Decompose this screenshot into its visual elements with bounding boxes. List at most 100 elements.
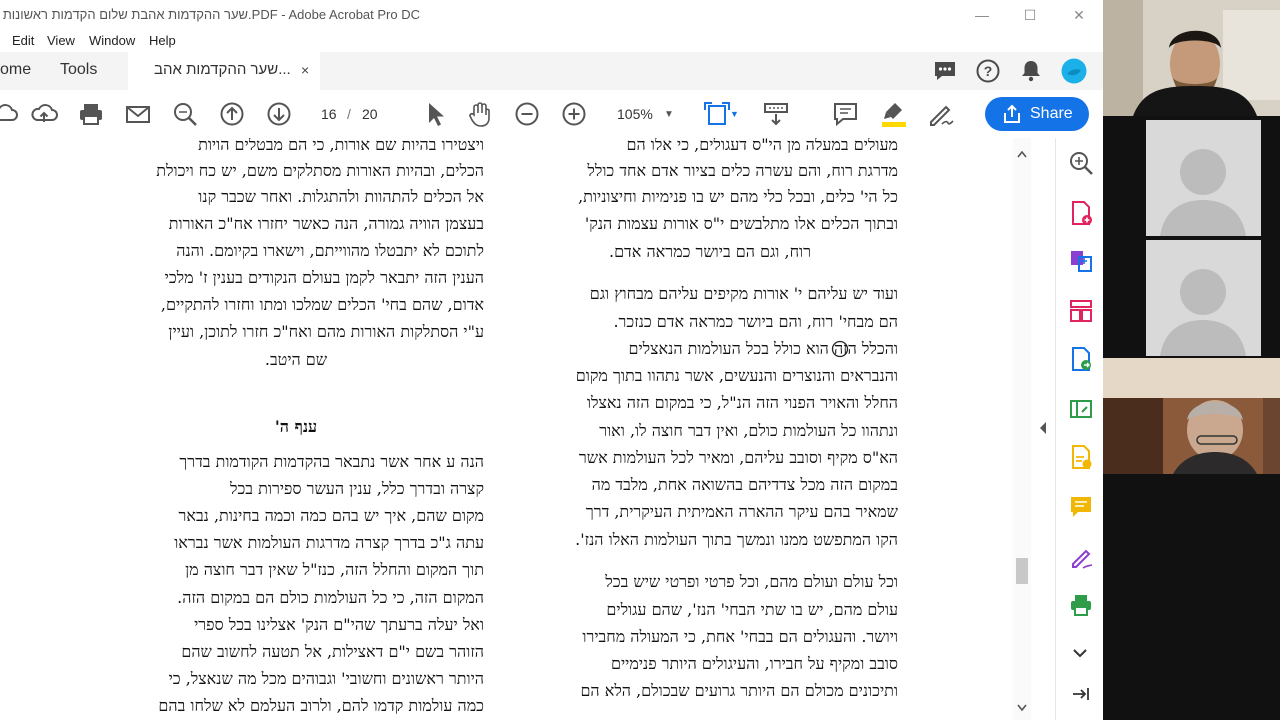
maximize-icon[interactable]: ☐ (1020, 5, 1040, 25)
previous-page-icon[interactable] (218, 100, 246, 128)
tab-document-label: שער ההקדמות אהב... (154, 61, 291, 78)
menu-help[interactable]: Help (149, 33, 176, 48)
edit-pdf-icon[interactable] (1068, 396, 1094, 422)
user-placeholder-icon (1160, 269, 1246, 356)
cloud-icon[interactable] (0, 100, 18, 128)
text-line: הנה ע אחר אשר נתבאר בהקדמות הקודמות בדרך (179, 452, 484, 471)
add-comment-icon[interactable] (832, 100, 860, 128)
text-line: שמאיר בהם עיקר ההארה האמיתית העיקרית, דר… (585, 502, 898, 521)
create-pdf-icon[interactable] (1068, 200, 1094, 226)
text-line: רוח, וגם הם ביושר כמראה אדם. (608, 242, 811, 261)
scroll-down-icon[interactable] (1017, 704, 1027, 712)
side-panel-toggle[interactable] (1031, 138, 1055, 720)
print-icon[interactable] (77, 100, 105, 128)
expand-tools-icon[interactable] (1071, 644, 1089, 662)
text-line: הקו המתפשט ממנו ונמשך בתוך העולמות האלו … (575, 530, 898, 549)
tab-close-icon[interactable]: × (301, 52, 309, 88)
text-line: אל הכלים להתהוות ולהתגלות. ואחר שכבר קנו (198, 187, 484, 206)
text-line: עתה ג"כ בדרך קצרה מדרגות העולמות אשר נבר… (174, 533, 484, 552)
text-line: ואל יעלה ברעתך שהי"ם הנק' אצלינו בכל ספר… (194, 615, 484, 634)
text-line: החלל והאויר הפנוי הזה הנ"ל, כי במקום הזה… (586, 393, 898, 412)
minimize-icon[interactable]: — (972, 5, 992, 25)
text-line: כמה עולמות קדמו להם, ולרוב העלמם לא שלחו… (158, 696, 484, 715)
participant-tile-2[interactable] (1146, 120, 1261, 236)
participant-video-4[interactable] (1103, 358, 1280, 474)
zoom-in-icon[interactable] (560, 100, 588, 128)
text-line: בעצמן הוויה גמורה, הנה כאשר יחזרו אח"כ ה… (168, 214, 484, 233)
tools-pane (1055, 138, 1103, 720)
page-fit-icon[interactable] (703, 100, 731, 128)
hand-tool-icon[interactable] (466, 100, 494, 128)
menu-view[interactable]: View (47, 33, 75, 48)
collapse-arrow-icon[interactable] (1039, 422, 1047, 434)
email-icon[interactable] (124, 100, 152, 128)
page-total: 20 (362, 106, 378, 122)
text-line: סובב ומקיף על חבירו, והעיגולים היותר פני… (610, 654, 898, 673)
text-line: ונתהוו כל העולמות כולם, ואין דבר חוצה לו… (599, 421, 898, 440)
vertical-scrollbar[interactable] (1013, 138, 1031, 720)
text-line: הם מבחי' רוח, והם ביושר כמראה אדם כנזכר. (613, 312, 898, 331)
menu-window[interactable]: Window (89, 33, 135, 48)
scroll-up-icon[interactable] (1017, 150, 1027, 158)
scrollbar-thumb[interactable] (1016, 558, 1028, 584)
text-line: ע"י הסתלקות האורות מהם ואח"כ חזרו לתוכן,… (168, 322, 484, 341)
page-separator: / (347, 106, 351, 122)
fill-sign-icon[interactable] (1068, 544, 1094, 570)
combine-files-icon[interactable] (1068, 248, 1094, 274)
comment-icon[interactable] (932, 58, 958, 84)
menu-edit[interactable]: Edit (12, 33, 34, 48)
search-icon[interactable] (171, 100, 199, 128)
user-placeholder-icon (1160, 149, 1246, 236)
bell-icon[interactable] (1018, 58, 1044, 84)
text-line: הזוהר בשם י"ם דאצילות, אל תטעה לחשוב שהם (181, 642, 484, 661)
window-title: שער ההקדמות אהבת שלום הקדמות ראשונות.PDF… (2, 7, 420, 22)
tab-tools[interactable]: Tools (60, 52, 110, 90)
text-line: במקום הזה מכל צדדיהם בהשואה אחת, מלבד מה (591, 475, 898, 494)
print-production-icon[interactable] (1068, 592, 1094, 618)
text-line: המקום הזה, כי כל העולמות כולם הם במקום ה… (177, 588, 484, 607)
participant-tile-3[interactable] (1146, 240, 1261, 356)
export-pdf-icon[interactable] (1068, 346, 1094, 372)
draw-sign-icon[interactable] (926, 100, 954, 128)
next-page-icon[interactable] (265, 100, 293, 128)
request-signature-icon[interactable] (1068, 444, 1094, 470)
zoom-out-icon[interactable] (513, 100, 541, 128)
participant-video-frame (1103, 358, 1280, 474)
page-fit-dropdown-icon[interactable]: ▼ (730, 109, 739, 119)
text-line: הענין הזה יתבאר לקמן בעולם הנקודים בענין… (164, 268, 484, 287)
text-line: ויושר. והעגולים הם בבחי' אחת, כי המעולה … (582, 627, 898, 646)
zoom-tool-icon[interactable] (1068, 150, 1094, 176)
scroll-mode-icon[interactable] (762, 100, 790, 128)
text-line: עולם מהם, יש בו שתי הבחי' הנז', שהם עגול… (606, 600, 898, 619)
organize-pages-icon[interactable] (1068, 298, 1094, 324)
collapse-pane-icon[interactable] (1071, 684, 1091, 704)
text-line: ועוד יש עליהם י' אורות מקיפים עליהם מבחו… (589, 284, 898, 303)
text-line: הא"ס מקיף וסובב עליהם, ומאיר לכל העולמות… (578, 448, 898, 467)
video-participants-panel (1103, 0, 1280, 720)
zoom-level[interactable]: 105% (617, 106, 653, 122)
participant-video-frame (1103, 0, 1280, 116)
help-icon[interactable]: ? (975, 58, 1001, 84)
tab-document[interactable]: שער ההקדמות אהב... × (128, 52, 320, 90)
document-view[interactable]: ויצטירו בהיות שם אורות, כי הם מבטלים הוי… (0, 138, 1013, 720)
title-bar: שער ההקדמות אהבת שלום הקדמות ראשונות.PDF… (0, 0, 1103, 30)
comment-tool-icon[interactable] (1068, 494, 1094, 520)
participant-video-1[interactable] (1103, 0, 1280, 116)
select-pointer-icon[interactable] (421, 100, 449, 128)
cursor-icon (831, 340, 849, 358)
toolbar: 16 / 20 105% ▼ ▼ (0, 90, 1103, 139)
upload-cloud-icon[interactable] (30, 100, 58, 128)
page-number-input[interactable]: 16 (321, 106, 337, 122)
svg-text:?: ? (984, 63, 993, 79)
tab-home[interactable]: ome (0, 52, 40, 90)
highlighter-icon[interactable] (879, 100, 907, 128)
share-button[interactable]: Share (985, 97, 1089, 131)
close-icon[interactable]: ✕ (1069, 5, 1089, 25)
text-line: כל הי' כלים, ובכל כלי מהם יש בו פנימיות … (578, 187, 898, 206)
empty-video-area (1103, 474, 1280, 720)
text-line: לתוכם לא יתבטלו מהווייתם, וישארו בקיומם.… (176, 241, 484, 260)
acrobat-window: שער ההקדמות אהבת שלום הקדמות ראשונות.PDF… (0, 0, 1103, 720)
text-line: והנבראים והנוצרים והנעשים, אשר נתהוו בתו… (575, 366, 898, 385)
avatar[interactable] (1061, 58, 1087, 84)
zoom-dropdown-icon[interactable]: ▼ (664, 109, 674, 120)
